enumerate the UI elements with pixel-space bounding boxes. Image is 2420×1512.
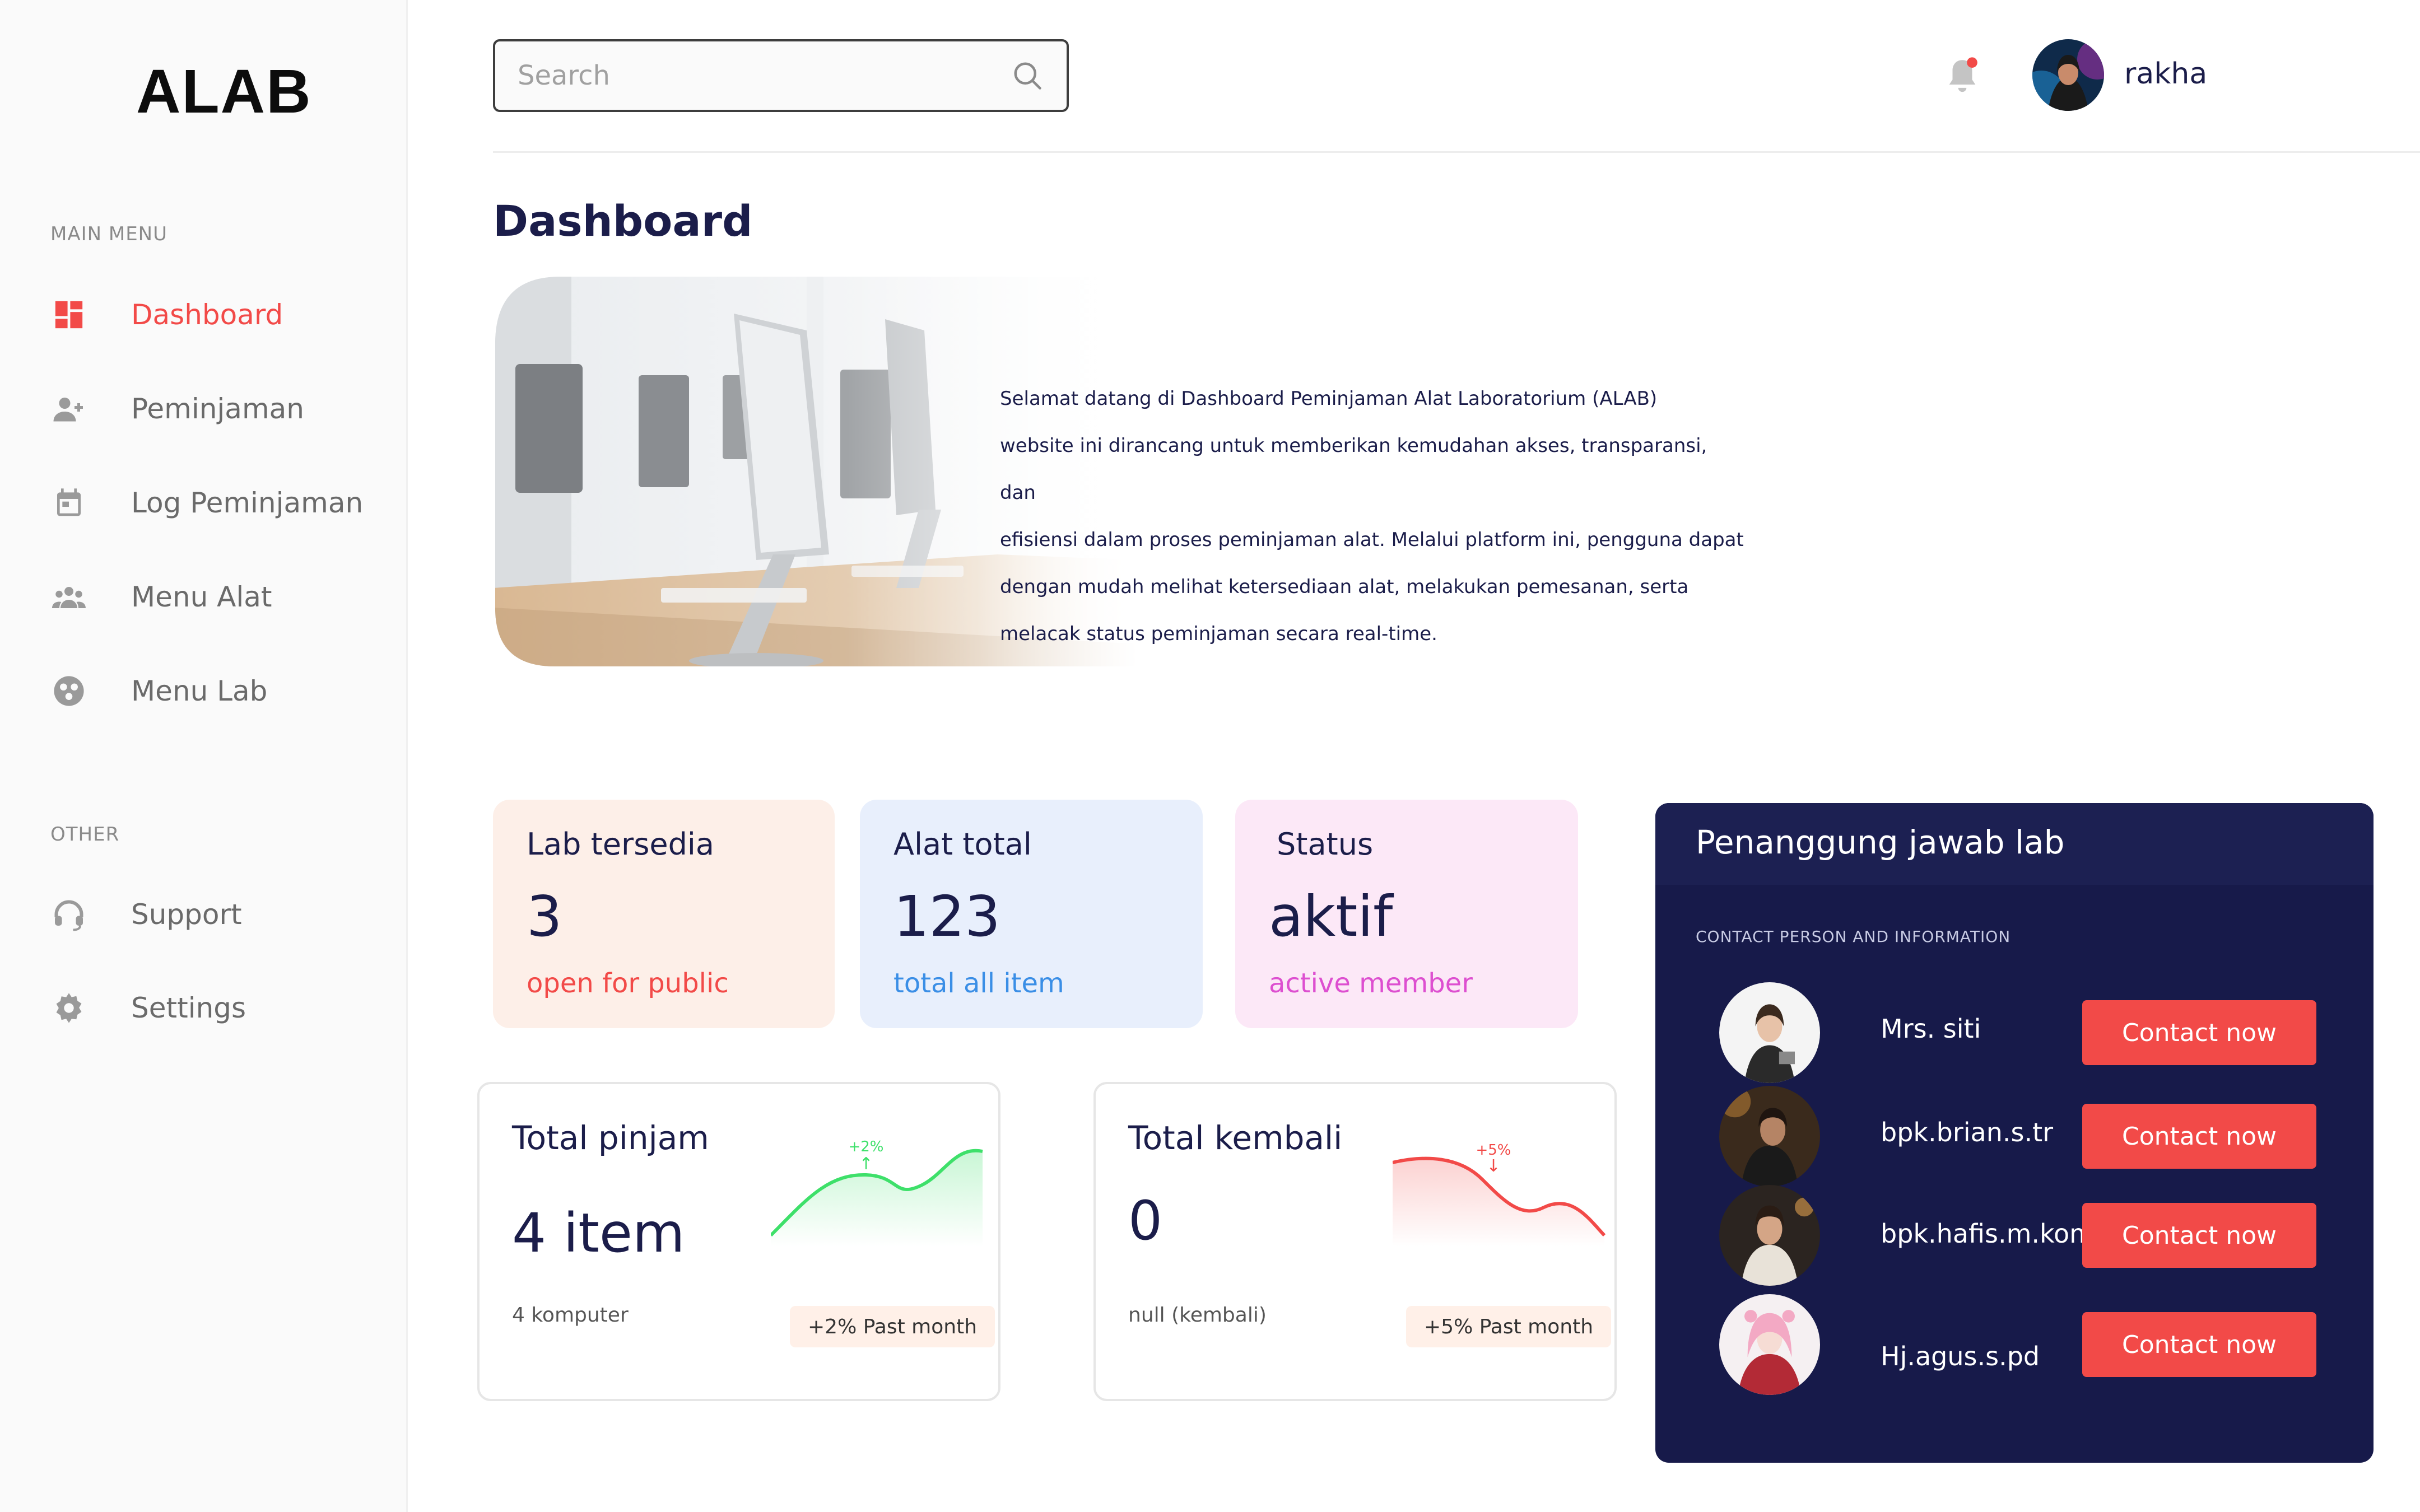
user-avatar[interactable] — [2032, 39, 2104, 111]
panel-subtitle: CONTACT PERSON AND INFORMATION — [1696, 927, 2011, 946]
hero-line: Selamat datang di Dashboard Peminjaman A… — [1000, 388, 1658, 410]
sidebar-item-peminjaman[interactable]: Peminjaman — [50, 378, 398, 440]
stat-value: aktif — [1269, 884, 1393, 949]
stat-card-status: Status aktif active member — [1235, 800, 1578, 1028]
notification-bell-icon[interactable] — [1943, 55, 1982, 96]
contact-avatar — [1719, 982, 1820, 1083]
contact-row: bpk.hafis.m.kom Contact now — [1655, 1185, 2374, 1286]
contact-name: Hj.agus.s.pd — [1881, 1341, 2040, 1371]
panel-header: Penanggung jawab lab — [1655, 803, 2374, 885]
search-icon[interactable] — [1011, 59, 1044, 92]
trend-title: Total kembali — [1128, 1119, 1343, 1157]
contact-panel: Penanggung jawab lab CONTACT PERSON AND … — [1655, 803, 2374, 1463]
gear-icon — [50, 990, 87, 1026]
contact-avatar — [1719, 1185, 1820, 1286]
panel-title: Penanggung jawab lab — [1696, 823, 2065, 861]
add-user-icon — [50, 390, 87, 427]
stat-card-alat-total: Alat total 123 total all item — [860, 800, 1203, 1028]
contact-now-button[interactable]: Contact now — [2082, 1104, 2316, 1169]
main-menu-label: MAIN MENU — [50, 223, 167, 245]
sparkline-up: +2% ↑ — [771, 1138, 983, 1247]
contact-now-button[interactable]: Contact now — [2082, 1312, 2316, 1377]
hero-line: efisiensi dalam proses peminjaman alat. … — [1000, 529, 1744, 551]
group-icon — [50, 578, 87, 615]
sidebar-item-settings[interactable]: Settings — [50, 977, 398, 1039]
trend-card-total-pinjam: Total pinjam 4 item 4 komputer +2% Past … — [477, 1082, 1000, 1401]
contact-name: bpk.hafis.m.kom — [1881, 1219, 2095, 1249]
username[interactable]: rakha — [2124, 57, 2207, 91]
dashboard-icon — [50, 296, 87, 333]
trend-card-total-kembali: Total kembali 0 null (kembali) +5% Past … — [1093, 1082, 1617, 1401]
hero-description: Selamat datang di Dashboard Peminjaman A… — [1000, 375, 1745, 657]
sidebar-item-label: Menu Lab — [131, 675, 268, 707]
header-divider — [493, 151, 2420, 153]
contact-name: Mrs. siti — [1881, 1014, 1981, 1044]
stat-title: Status — [1277, 827, 1374, 862]
hero-line: dengan mudah melihat ketersediaan alat, … — [1000, 576, 1689, 598]
sidebar-item-menu-lab[interactable]: Menu Lab — [50, 660, 398, 722]
contact-row: bpk.brian.s.tr Contact now — [1655, 1086, 2374, 1187]
trend-subtitle: 4 komputer — [512, 1304, 629, 1327]
sidebar-item-label: Menu Alat — [131, 581, 272, 613]
hero-line: website ini dirancang untuk memberikan k… — [1000, 435, 1707, 504]
sidebar-item-menu-alat[interactable]: Menu Alat — [50, 566, 398, 628]
sidebar-item-label: Support — [131, 898, 242, 931]
trend-arrow-icon: ↓ — [1486, 1156, 1500, 1176]
calendar-icon — [50, 484, 87, 521]
sidebar: ALAB MAIN MENU Dashboard Peminjaman Log … — [0, 0, 408, 1512]
trend-subtitle: null (kembali) — [1128, 1304, 1267, 1327]
contact-now-button[interactable]: Contact now — [2082, 1203, 2316, 1268]
stat-title: Lab tersedia — [527, 827, 714, 862]
search-input[interactable] — [518, 60, 1011, 91]
contact-row: Mrs. siti Contact now — [1655, 982, 2374, 1083]
page-title: Dashboard — [493, 196, 753, 246]
stat-subtitle: open for public — [527, 968, 729, 999]
stat-card-lab-tersedia: Lab tersedia 3 open for public — [493, 800, 835, 1028]
trend-title: Total pinjam — [512, 1119, 709, 1157]
app-root: ALAB MAIN MENU Dashboard Peminjaman Log … — [0, 0, 2420, 1512]
sidebar-item-label: Peminjaman — [131, 393, 304, 425]
other-label: OTHER — [50, 823, 120, 846]
lab-icon — [50, 673, 87, 710]
stat-title: Alat total — [893, 827, 1032, 862]
trend-change: +2% — [848, 1138, 883, 1155]
sidebar-item-label: Settings — [131, 992, 246, 1024]
trend-value: 4 item — [512, 1202, 685, 1264]
sidebar-item-log-peminjaman[interactable]: Log Peminjaman — [50, 472, 398, 534]
trend-arrow-icon: ↑ — [859, 1154, 873, 1174]
sparkline-down: +5% ↓ — [1393, 1142, 1605, 1247]
contact-avatar — [1719, 1086, 1820, 1187]
sidebar-item-label: Dashboard — [131, 298, 283, 331]
trend-value: 0 — [1128, 1189, 1163, 1252]
app-logo: ALAB — [136, 57, 312, 126]
trend-badge: +2% Past month — [790, 1306, 995, 1347]
stat-subtitle: active member — [1269, 968, 1473, 999]
contact-now-button[interactable]: Contact now — [2082, 1000, 2316, 1065]
headset-icon — [50, 896, 87, 933]
contact-row: Hj.agus.s.pd Contact now — [1655, 1294, 2374, 1395]
trend-badge: +5% Past month — [1406, 1306, 1612, 1347]
stat-value: 3 — [527, 884, 562, 949]
contact-avatar — [1719, 1294, 1820, 1395]
hero-line: melacak status peminjaman secara real-ti… — [1000, 623, 1437, 645]
search-bar[interactable] — [493, 39, 1069, 112]
sidebar-item-support[interactable]: Support — [50, 884, 398, 945]
contact-name: bpk.brian.s.tr — [1881, 1117, 2054, 1147]
sidebar-item-label: Log Peminjaman — [131, 487, 364, 519]
stat-value: 123 — [893, 884, 1000, 949]
sidebar-item-dashboard[interactable]: Dashboard — [50, 284, 398, 346]
stat-subtitle: total all item — [893, 968, 1064, 999]
